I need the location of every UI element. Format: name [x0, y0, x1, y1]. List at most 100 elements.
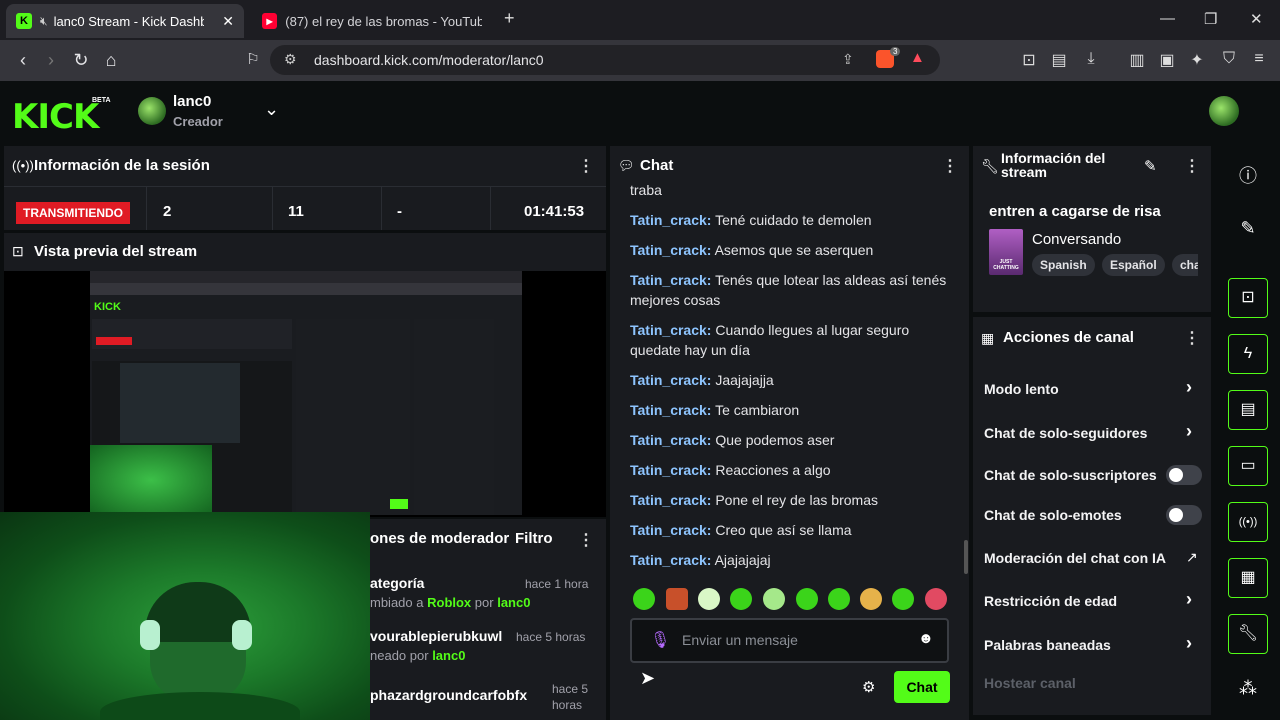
quick-actions-icon[interactable]: ϟ [1228, 334, 1268, 374]
emote-icon[interactable] [633, 588, 655, 610]
chat-title: Chat [640, 157, 674, 174]
minimize-icon[interactable]: — [1160, 10, 1175, 27]
streamer-body [100, 692, 300, 720]
emote-icon[interactable] [796, 588, 818, 610]
host-channel-option[interactable]: Hostear canal [984, 675, 1076, 691]
leo-ai-icon[interactable]: ✦ [1186, 50, 1208, 70]
document-icon[interactable]: ▤ [1228, 390, 1268, 430]
channel-actions-menu-icon[interactable]: ⋮ [1184, 328, 1200, 348]
new-tab-icon[interactable]: + [504, 8, 515, 29]
home-icon[interactable]: ⌂ [100, 50, 122, 71]
menu-icon[interactable]: ≡ [1248, 50, 1270, 68]
chat-username[interactable]: Tatin_crack: [630, 492, 711, 508]
chat-username[interactable]: Tatin_crack: [630, 372, 711, 388]
back-icon[interactable]: ‹ [12, 50, 34, 71]
emoji-picker-icon[interactable]: ☻ [918, 630, 934, 647]
chat-input[interactable]: 🎙︎ Enviar un mensaje ☻ [630, 618, 949, 663]
broadcast-toggle-icon[interactable]: ((•)) [1228, 502, 1268, 542]
emote-icon[interactable] [892, 588, 914, 610]
tag-chip[interactable]: cha [1172, 254, 1198, 276]
chevron-right-icon[interactable]: › [1186, 421, 1192, 442]
sidebar-icon[interactable]: ▥ [1126, 50, 1148, 70]
chevron-right-icon[interactable]: › [1186, 589, 1192, 610]
chat-username[interactable]: Tatin_crack: [630, 522, 711, 538]
category-thumbnail[interactable]: JUST CHATTING [989, 229, 1023, 275]
chat-username[interactable]: Tatin_crack: [630, 272, 711, 288]
bookmark-icon[interactable]: ⚐ [242, 50, 264, 68]
chevron-right-icon[interactable]: › [1186, 633, 1192, 654]
kick-logo[interactable]: KICK [12, 97, 99, 137]
microphone-icon[interactable]: 🎙︎ [650, 630, 670, 650]
chat-username[interactable]: Tatin_crack: [630, 432, 711, 448]
emote-icon[interactable] [763, 588, 785, 610]
edit-icon[interactable]: ✎ [1236, 218, 1260, 239]
tab-youtube[interactable]: ▶ (87) el rey de las bromas - YouTube [252, 4, 492, 38]
site-info-icon[interactable]: ⚙ [284, 51, 297, 68]
age-restriction-option[interactable]: Restricción de edad [984, 593, 1117, 609]
stream-preview-video[interactable]: KICK [90, 271, 522, 515]
chevron-right-icon[interactable]: › [1186, 377, 1192, 398]
user-link[interactable]: lanc0 [497, 595, 530, 610]
wrench-toggle-icon[interactable]: 🔧︎ [1228, 614, 1268, 654]
preview-toggle-icon[interactable]: ⊡ [1228, 278, 1268, 318]
maximize-icon[interactable]: ❐ [1204, 10, 1217, 28]
edit-pencil-icon[interactable]: ✎ [1144, 157, 1157, 175]
emote-icon[interactable] [666, 588, 688, 610]
emote-icon[interactable] [698, 588, 720, 610]
info-icon[interactable]: ⓘ [1236, 162, 1260, 188]
chat-username[interactable]: Tatin_crack: [630, 212, 711, 228]
emote-icon[interactable] [730, 588, 752, 610]
followers-only-option[interactable]: Chat de solo-seguidores [984, 425, 1147, 441]
user-link[interactable]: lanc0 [432, 648, 465, 663]
subscribers-only-toggle[interactable] [1166, 465, 1202, 485]
emote-icon[interactable] [828, 588, 850, 610]
tab-kick-dashboard[interactable]: K 🔇︎ lanc0 Stream - Kick Dashboard ✕ [6, 4, 244, 38]
reader-icon[interactable]: ⊡ [1018, 50, 1040, 70]
chat-username[interactable]: Tatin_crack: [630, 552, 711, 568]
chat-scrollbar[interactable] [964, 540, 968, 574]
chat-username[interactable]: Tatin_crack: [630, 322, 711, 338]
chat-username[interactable]: Tatin_crack: [630, 462, 711, 478]
address-bar[interactable]: ⚙ dashboard.kick.com/moderator/lanc0 ⇪ 3… [270, 45, 940, 75]
playlist-icon[interactable]: ▤ [1048, 50, 1070, 70]
vpn-icon[interactable]: ⛉ [1218, 50, 1240, 68]
category-link[interactable]: Roblox [427, 595, 471, 610]
chat-send-button[interactable]: Chat [894, 671, 950, 703]
forward-icon[interactable]: › [40, 50, 62, 71]
ai-moderation-option[interactable]: Moderación del chat con IA [984, 550, 1166, 566]
chat-username[interactable]: Tatin_crack: [630, 242, 711, 258]
tag-chip[interactable]: Español [1102, 254, 1165, 276]
brave-rewards-icon[interactable]: ▲ [910, 49, 925, 66]
category-name[interactable]: Conversando [1032, 231, 1121, 248]
tab-close-icon[interactable]: ✕ [222, 13, 234, 30]
muted-speaker-icon[interactable]: 🔇︎ [40, 14, 48, 29]
stream-info-menu-icon[interactable]: ⋮ [1184, 156, 1200, 176]
wallet-icon[interactable]: ▣ [1156, 50, 1178, 70]
chat-toggle-icon[interactable]: ▭ [1228, 446, 1268, 486]
stream-title: entren a cagarse de risa [989, 203, 1161, 220]
chat-username[interactable]: Tatin_crack: [630, 402, 711, 418]
emotes-only-toggle[interactable] [1166, 505, 1202, 525]
download-icon[interactable]: ⤓ [1080, 50, 1102, 68]
slow-mode-option[interactable]: Modo lento [984, 381, 1059, 397]
banned-words-option[interactable]: Palabras baneadas [984, 637, 1111, 653]
emote-icon[interactable] [860, 588, 882, 610]
user-avatar[interactable] [1209, 96, 1239, 126]
session-menu-icon[interactable]: ⋮ [578, 156, 594, 176]
close-window-icon[interactable]: ✕ [1250, 10, 1263, 28]
share-icon[interactable]: ⇪ [842, 51, 854, 68]
reload-icon[interactable]: ↻ [70, 50, 92, 71]
chevron-down-icon[interactable]: ⌄ [264, 99, 279, 120]
mod-actions-menu-icon[interactable]: ⋮ [578, 530, 594, 550]
tag-chip[interactable]: Spanish [1032, 254, 1095, 276]
avatar[interactable] [138, 97, 166, 125]
filter-button[interactable]: Filtro [515, 530, 553, 547]
divider [4, 186, 606, 187]
external-link-icon[interactable]: ↗ [1186, 549, 1198, 566]
chat-settings-icon[interactable]: ⚙ [862, 678, 875, 696]
layout-icon[interactable]: ⁂ [1236, 678, 1260, 699]
mod-actions-toggle-icon[interactable]: ▦ [1228, 558, 1268, 598]
chat-menu-icon[interactable]: ⋮ [942, 156, 958, 176]
preview-webcam [90, 445, 212, 515]
emote-icon[interactable] [925, 588, 947, 610]
